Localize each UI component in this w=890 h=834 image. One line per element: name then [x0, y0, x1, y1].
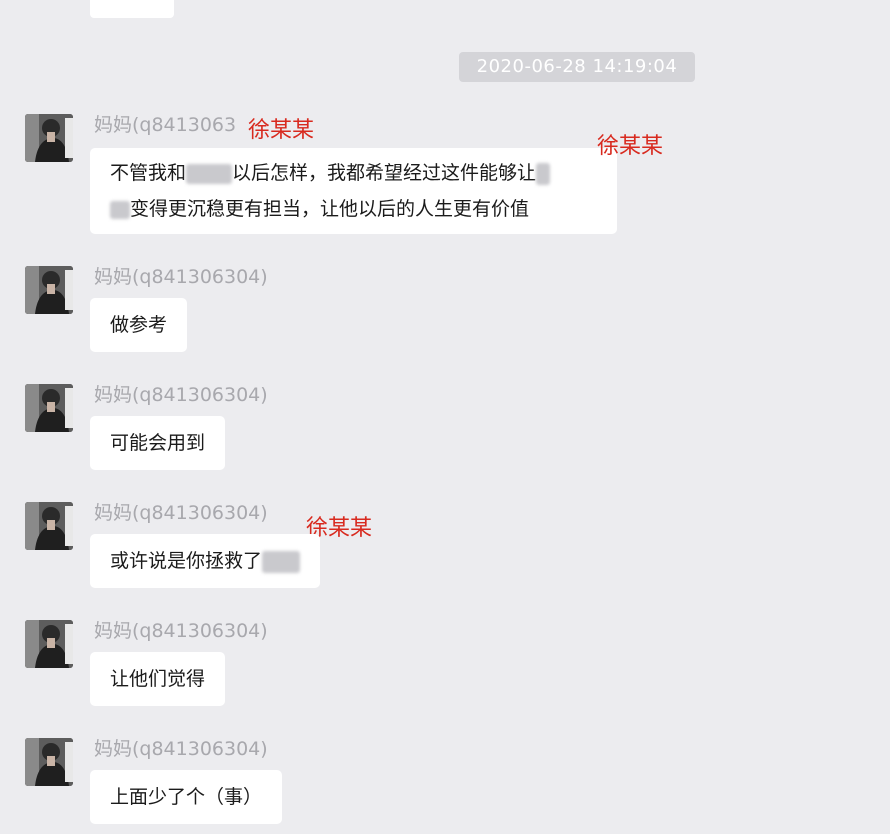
person-photo-avatar-icon — [25, 114, 73, 162]
sender-avatar[interactable] — [25, 114, 73, 162]
sender-avatar[interactable] — [25, 620, 73, 668]
person-photo-avatar-icon — [25, 738, 73, 786]
redaction-annotation: 徐某某 — [597, 134, 664, 159]
message-bubble[interactable]: 或许说是你拯救了 — [90, 534, 321, 588]
sender-name: 妈妈(q841306304) — [94, 620, 268, 642]
sender-name: 妈妈(q8413063 — [94, 114, 237, 136]
sender-avatar[interactable] — [25, 738, 73, 786]
message-bubble[interactable]: 可能会用到 — [90, 416, 226, 470]
message-timestamp: 2020-06-28 14:19:04 — [459, 52, 695, 82]
person-photo-avatar-icon — [25, 620, 73, 668]
sender-name: 妈妈(q841306304) — [94, 502, 268, 524]
previous-message-bubble[interactable] — [90, 0, 174, 18]
message-text: 可能会用到 — [110, 432, 206, 454]
sender-avatar[interactable] — [25, 384, 73, 432]
message-text: 上面少了个（事） — [110, 786, 263, 808]
redacted-name-blur — [186, 163, 233, 184]
redacted-name-blur — [536, 162, 551, 185]
message-text: 让他们觉得 — [110, 668, 206, 690]
sender-name: 妈妈(q841306304) — [94, 266, 268, 288]
redaction-annotation: 徐某某 — [248, 118, 315, 143]
redacted-name-blur — [110, 200, 130, 219]
message-bubble[interactable]: 不管我和 以后怎样，我都希望经过这件能够让 变得更沉稳更有担当，让他以后的人生更有… — [90, 148, 617, 234]
message-line: 不管我和 以后怎样，我都希望经过这件能够让 — [110, 155, 597, 191]
message-bubble[interactable]: 做参考 — [90, 298, 188, 352]
sender-name: 妈妈(q841306304) — [94, 384, 268, 406]
message-line: 或许说是你拯救了 — [110, 543, 301, 579]
message-bubble[interactable]: 让他们觉得 — [90, 652, 226, 706]
redacted-name-blur — [262, 550, 301, 573]
message-text: 做参考 — [110, 314, 168, 336]
sender-name: 妈妈(q841306304) — [94, 738, 268, 760]
sender-avatar[interactable] — [25, 502, 73, 550]
message-line: 变得更沉稳更有担当，让他以后的人生更有价值 — [110, 191, 597, 227]
sender-avatar[interactable] — [25, 266, 73, 314]
person-photo-avatar-icon — [25, 384, 73, 432]
chat-message-list[interactable]: 2020-06-28 14:19:04 妈妈(q8413063 徐某某 不管我和… — [0, 0, 890, 834]
person-photo-avatar-icon — [25, 502, 73, 550]
person-photo-avatar-icon — [25, 266, 73, 314]
message-bubble[interactable]: 上面少了个（事） — [90, 770, 283, 824]
